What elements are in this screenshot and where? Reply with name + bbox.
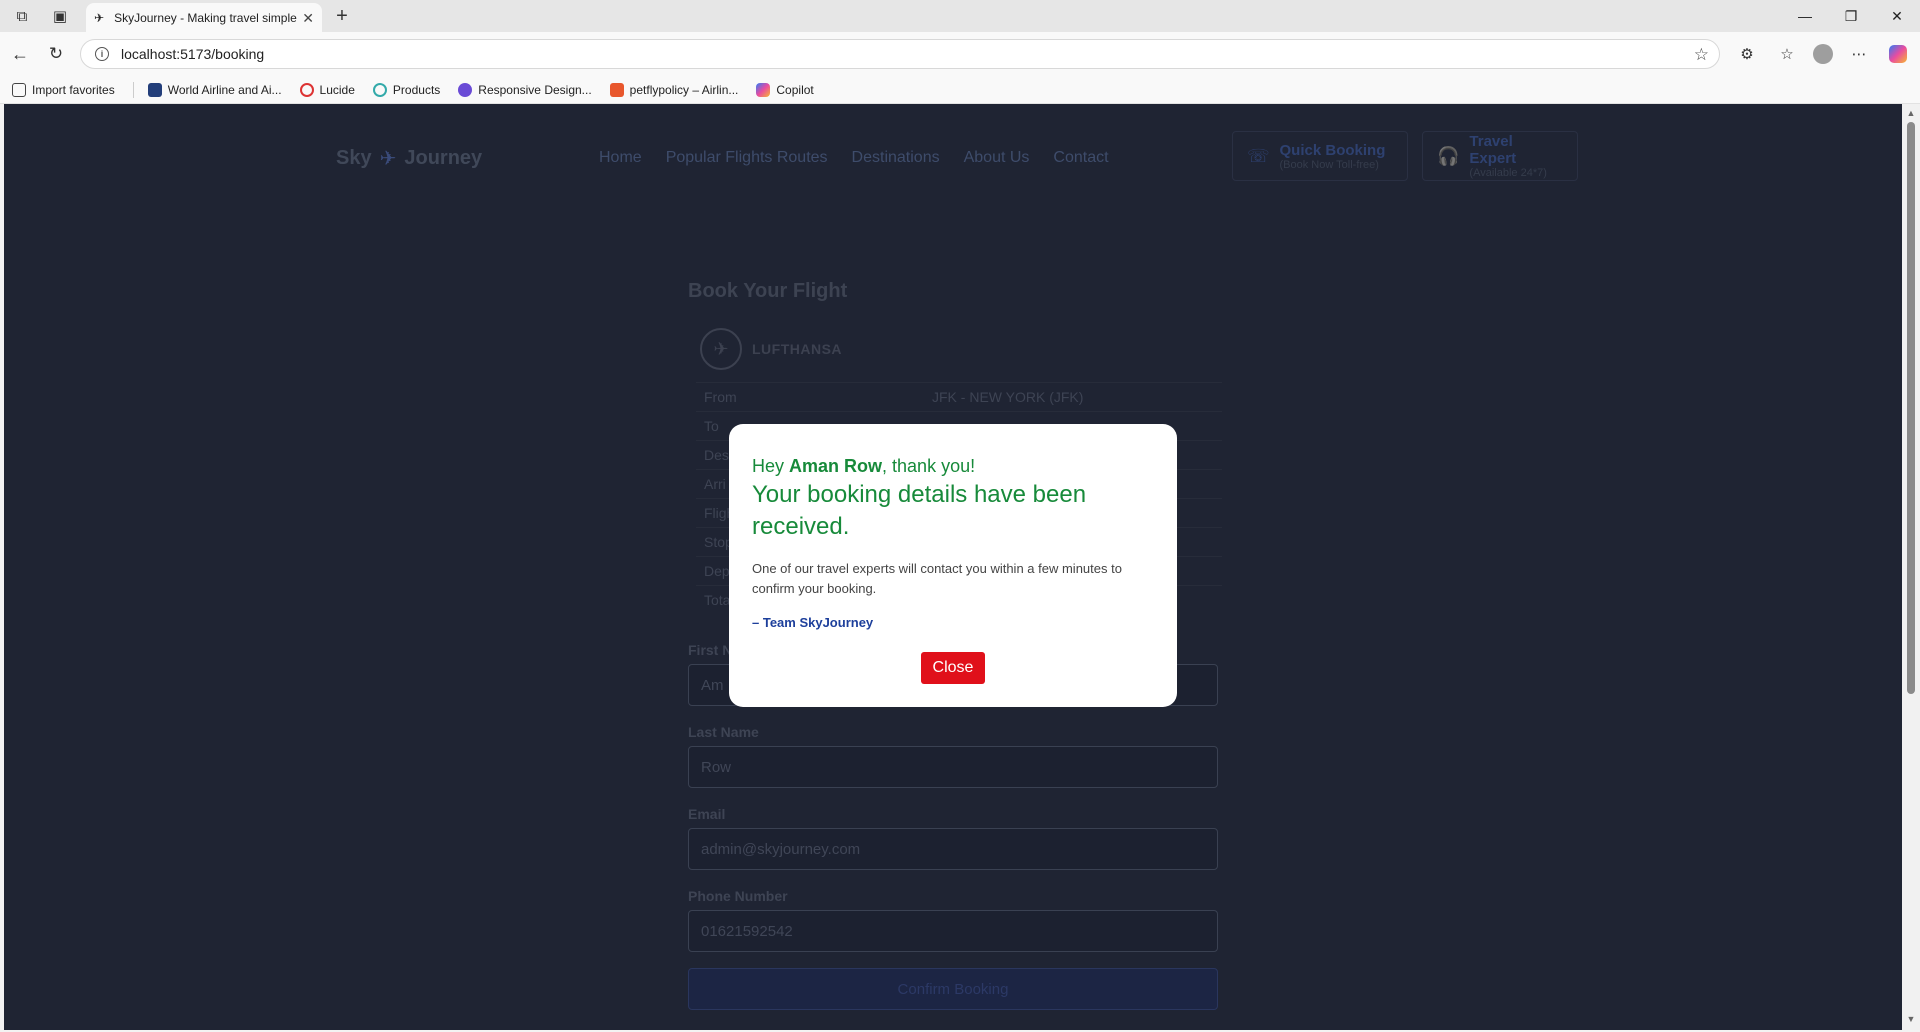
favorite-world-airline[interactable]: World Airline and Ai... <box>147 82 282 97</box>
nav-contact[interactable]: Contact <box>1053 149 1108 167</box>
phone-icon: ☏ <box>1247 145 1270 166</box>
flight-row-from: From JFK - NEW YORK (JFK) <box>696 382 1222 411</box>
favorite-lucide[interactable]: Lucide <box>299 82 355 97</box>
address-bar: ← ↻ i localhost:5173/booking ☆ ⚙ ☆ ⋯ <box>0 32 1920 76</box>
modal-greeting: Hey Aman Row, thank you! <box>752 456 976 476</box>
nav-home[interactable]: Home <box>599 149 642 167</box>
page-title: Book Your Flight <box>688 280 848 302</box>
minimize-icon[interactable]: — <box>1782 2 1828 30</box>
scrollbar-thumb[interactable] <box>1907 122 1915 694</box>
browser-tab[interactable]: ✈ SkyJourney - Making travel simple ✕ <box>86 3 322 33</box>
tab-bar: ⧉ ▣ ✈ SkyJourney - Making travel simple … <box>0 0 1920 33</box>
email-label: Email <box>688 806 726 822</box>
products-icon <box>372 82 387 97</box>
phone-label: Phone Number <box>688 888 788 904</box>
site-logo[interactable]: Sky ✈ Journey <box>336 146 482 171</box>
last-name-label: Last Name <box>688 724 759 740</box>
main-nav: Home Popular Flights Routes Destinations… <box>599 149 1133 167</box>
plane-icon: ✈ <box>94 11 105 25</box>
airline-logo-icon: ✈ <box>700 328 742 370</box>
extensions-icon[interactable]: ⚙ <box>1733 40 1761 68</box>
scroll-up-icon[interactable]: ▲ <box>1906 108 1916 118</box>
nav-destinations[interactable]: Destinations <box>852 149 940 167</box>
favorites-bar: Import favorites World Airline and Ai...… <box>0 76 1920 104</box>
more-menu-icon[interactable]: ⋯ <box>1845 40 1873 68</box>
favorites-icon[interactable]: ☆ <box>1773 40 1801 68</box>
import-icon <box>12 82 26 97</box>
first-name-label: First N <box>688 642 733 658</box>
divider <box>132 81 134 98</box>
scroll-down-icon[interactable]: ▼ <box>1906 1014 1916 1024</box>
airline-header: ✈ LUFTHANSA <box>700 328 842 370</box>
refresh-icon[interactable]: ↻ <box>42 40 70 68</box>
last-name-field[interactable]: Row <box>688 746 1218 788</box>
favorite-responsive-design[interactable]: Responsive Design... <box>458 82 592 97</box>
favorite-import[interactable]: Import favorites <box>12 82 115 97</box>
modal-headline: Your booking details have been received. <box>752 481 1087 540</box>
close-tab-icon[interactable]: ✕ <box>302 10 314 27</box>
copilot-icon[interactable] <box>1884 40 1912 68</box>
back-icon[interactable]: ← <box>6 40 34 68</box>
lucide-icon <box>299 82 314 97</box>
favorite-copilot[interactable]: Copilot <box>756 82 814 97</box>
profile-avatar-icon[interactable] <box>1809 40 1837 68</box>
favorite-star-icon[interactable]: ☆ <box>1694 45 1709 65</box>
travel-expert-button[interactable]: 🎧 Travel Expert (Available 24*7) <box>1422 131 1578 181</box>
email-field[interactable]: admin@skyjourney.com <box>688 828 1218 870</box>
close-button[interactable]: Close <box>921 652 985 684</box>
copilot-small-icon <box>756 82 771 97</box>
favorite-products[interactable]: Products <box>372 82 440 97</box>
phone-field[interactable]: 01621592542 <box>688 910 1218 952</box>
page-scrollbar[interactable]: ▲ ▼ <box>1902 104 1920 1030</box>
airline-name: LUFTHANSA <box>752 341 843 357</box>
site-info-icon[interactable]: i <box>95 47 109 61</box>
restore-icon[interactable]: ❐ <box>1828 2 1874 30</box>
url-input[interactable]: i localhost:5173/booking ☆ <box>80 39 1720 69</box>
petflypolicy-icon <box>609 82 624 97</box>
url-text: localhost:5173/booking <box>121 46 265 62</box>
airline-site-icon <box>147 82 162 97</box>
new-tab-icon[interactable]: + <box>328 2 356 30</box>
tab-title: SkyJourney - Making travel simple <box>114 11 297 25</box>
modal-signature: – Team SkyJourney <box>752 615 874 630</box>
workspaces-icon[interactable]: ⧉ <box>8 2 36 30</box>
plane-logo-icon: ✈ <box>379 148 397 170</box>
modal-body-text: One of our travel experts will contact y… <box>752 561 1122 596</box>
favorite-petflypolicy[interactable]: petflypolicy – Airlin... <box>609 82 738 97</box>
responsive-design-icon <box>458 82 473 97</box>
booking-confirmation-modal: Hey Aman Row, thank you! Your booking de… <box>729 424 1177 707</box>
quick-booking-button[interactable]: ☏ Quick Booking (Book Now Toll-free) <box>1232 131 1408 181</box>
nav-about-us[interactable]: About Us <box>964 149 1030 167</box>
customer-name: Aman Row <box>789 456 883 476</box>
headset-icon: 🎧 <box>1437 145 1460 166</box>
close-window-icon[interactable]: ✕ <box>1874 2 1920 30</box>
confirm-booking-button[interactable]: Confirm Booking <box>688 968 1218 1010</box>
vertical-tabs-icon[interactable]: ▣ <box>46 2 74 30</box>
nav-popular-routes[interactable]: Popular Flights Routes <box>666 149 828 167</box>
